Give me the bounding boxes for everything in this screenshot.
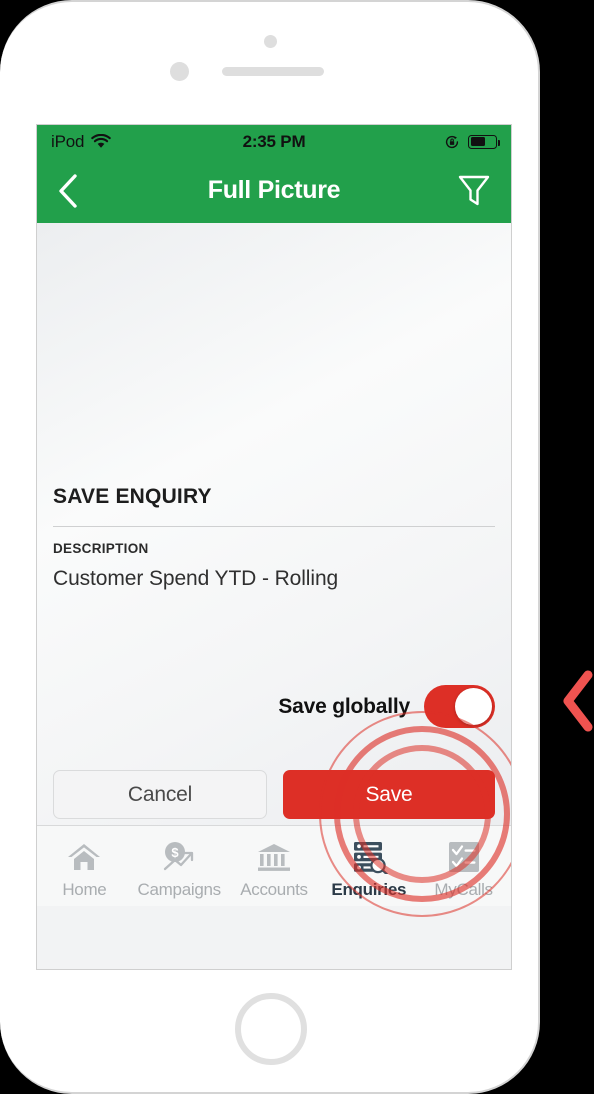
tab-accounts[interactable]: Accounts — [227, 826, 322, 906]
tab-home[interactable]: Home — [37, 826, 132, 906]
status-bar-right — [444, 134, 500, 150]
cancel-button[interactable]: Cancel — [53, 770, 267, 819]
description-value[interactable]: Customer Spend YTD - Rolling — [53, 567, 495, 591]
proximity-sensor-icon — [170, 62, 189, 81]
tab-label-home: Home — [62, 880, 107, 899]
tab-label-accounts: Accounts — [240, 880, 308, 899]
battery-icon — [468, 134, 500, 149]
phone-frame: iPod 2:35 PM Full Picture SAVE ENQUIRY D… — [0, 0, 540, 1094]
bottom-tab-bar: Home $ Campaigns Accounts Enquiries MyCa… — [37, 825, 511, 906]
mycalls-icon — [447, 838, 481, 876]
home-button[interactable] — [235, 993, 307, 1065]
save-globally-label: Save globally — [278, 694, 410, 718]
enquiries-icon — [350, 838, 388, 876]
tab-campaigns[interactable]: $ Campaigns — [132, 826, 227, 906]
rotation-lock-icon — [445, 135, 459, 148]
device-screen: iPod 2:35 PM Full Picture SAVE ENQUIRY D… — [36, 124, 512, 970]
tab-label-enquiries: Enquiries — [331, 880, 407, 899]
home-icon — [65, 838, 103, 876]
campaigns-icon: $ — [159, 838, 199, 876]
front-camera-icon — [264, 35, 277, 48]
earpiece-speaker-icon — [222, 67, 324, 76]
tab-label-campaigns: Campaigns — [137, 880, 222, 899]
tab-label-mycalls: MyCalls — [434, 880, 493, 899]
form-title: SAVE ENQUIRY — [53, 485, 495, 527]
carrier-label: iPod — [51, 131, 85, 151]
save-button[interactable]: Save — [283, 770, 495, 819]
save-globally-row: Save globally — [278, 685, 495, 728]
tab-enquiries[interactable]: Enquiries — [321, 826, 416, 906]
wifi-icon — [91, 134, 111, 148]
save-globally-toggle[interactable] — [424, 685, 495, 728]
svg-text:$: $ — [172, 845, 180, 860]
navigation-bar: Full Picture — [37, 158, 511, 223]
tab-mycalls[interactable]: MyCalls — [416, 826, 511, 906]
screenshot-stage: iPod 2:35 PM Full Picture SAVE ENQUIRY D… — [0, 0, 594, 1094]
save-enquiry-form: SAVE ENQUIRY DESCRIPTION Customer Spend … — [37, 485, 511, 591]
toggle-knob — [455, 688, 492, 725]
form-actions: Cancel Save — [53, 770, 495, 819]
accounts-icon — [255, 838, 293, 876]
filter-funnel-icon[interactable] — [457, 173, 491, 209]
prev-slide-chevron-left-icon[interactable] — [562, 670, 594, 732]
status-bar-left: iPod — [51, 132, 111, 152]
description-label: DESCRIPTION — [53, 541, 149, 556]
status-bar: iPod 2:35 PM — [37, 125, 511, 158]
page-title: Full Picture — [207, 176, 341, 204]
back-chevron-left-icon[interactable] — [57, 173, 79, 209]
screen-content: SAVE ENQUIRY DESCRIPTION Customer Spend … — [37, 223, 511, 917]
